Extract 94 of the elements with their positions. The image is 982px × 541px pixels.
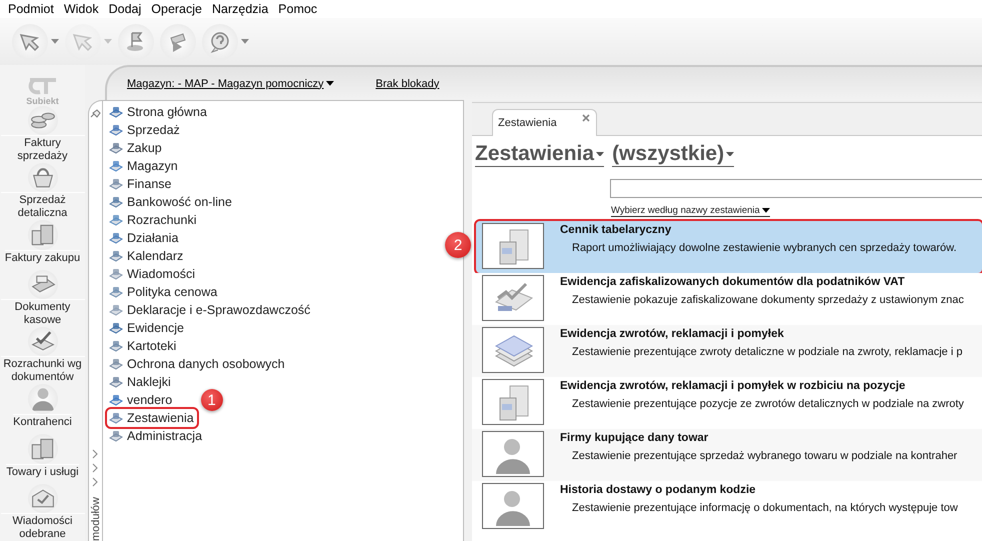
report-description: Zestawienie prezentujące pozycje ze zwrotów detalicznych w podziale na zwroty	[572, 398, 964, 410]
report-title: Ewidencja zafiskalizowanych dokumentów dla podatników VAT	[560, 276, 906, 288]
module-item[interactable]: Polityka cenowa	[107, 283, 220, 301]
report-description: Zestawienie prezentujące informację o dokumentach, na których występuje tow	[572, 502, 958, 514]
module-icon	[109, 231, 123, 245]
report-description: Zestawienie pokazuje zafiskalizowane dokumenty sprzedaży z ustawionym znac	[572, 294, 964, 306]
module-icon	[109, 213, 123, 227]
category-dropdown[interactable]: Zestawienia	[475, 142, 604, 167]
person-icon	[28, 384, 58, 414]
caret-icon	[104, 39, 112, 44]
module-item[interactable]: Magazyn	[107, 157, 181, 175]
filter-dropdown[interactable]: (wszystkie)	[612, 142, 734, 167]
boxes-icon	[28, 434, 58, 464]
sort-link[interactable]: Wybierz według nazwy zestawienia	[611, 205, 770, 217]
coins-icon	[28, 106, 58, 135]
module-icon	[109, 285, 123, 299]
module-item[interactable]: Sprzedaż	[107, 121, 183, 139]
nav-button[interactable]: Towary i usługi	[0, 434, 84, 484]
module-item[interactable]: Rozrachunki	[107, 211, 200, 229]
module-icon	[109, 123, 123, 137]
menu-item[interactable]: Pomoc	[274, 2, 322, 16]
tab[interactable]: Zestawienia	[492, 109, 597, 136]
close-icon[interactable]	[582, 114, 590, 122]
module-item[interactable]: Kalendarz	[107, 247, 186, 265]
menu-item[interactable]: Narzędzia	[208, 2, 272, 16]
nav-button[interactable]: Sprzedaż detaliczna	[0, 162, 84, 220]
caret-icon	[726, 152, 734, 156]
module-icon	[109, 393, 123, 407]
module-icon	[109, 411, 123, 425]
nav-button[interactable]: Faktury zakupu	[0, 220, 84, 270]
lock-status-link[interactable]: Brak blokady	[376, 78, 440, 90]
module-item[interactable]: Wiadomości	[107, 265, 198, 283]
pin-icon	[90, 109, 101, 118]
report-title: Historia dostawy o podanym kodzie	[560, 484, 757, 496]
report-title: Ewidencja zwrotów, reklamacji i pomyłek w rozbiciu na pozycje	[560, 380, 906, 392]
report-description: Zestawienie prezentujące zwroty detaliczne w podziale na zwroty, reklamacje i p	[572, 346, 962, 358]
caret-icon	[241, 39, 249, 44]
menu-item[interactable]: Widok	[60, 2, 103, 16]
module-icon	[109, 267, 123, 281]
chevron-right-icon[interactable]	[92, 448, 99, 459]
module-icon	[109, 357, 123, 371]
callout-badge: 1	[200, 389, 223, 411]
module-item[interactable]: Deklaracje i e-Sprawozdawczość	[107, 301, 314, 319]
module-item[interactable]: Bankowość on-line	[107, 193, 235, 211]
report-row[interactable]: Ewidencja zwrotów, reklamacji i pomyłek Zestawienie prezentujące zwroty detaliczne w podziale na zwroty, reklamacje i p	[472, 325, 982, 377]
nav-button[interactable]: Faktury sprzedaży	[0, 106, 84, 163]
menu-item[interactable]: Podmiot	[4, 2, 58, 16]
chevron-right-icon[interactable]	[92, 462, 99, 473]
menu-item[interactable]: Operacje	[147, 2, 206, 16]
nav-button[interactable]: Wiadomości odebrane	[0, 484, 84, 541]
module-icon	[109, 249, 123, 263]
report-title: Cennik tabelaryczny	[560, 224, 672, 236]
menu-item[interactable]: Dodaj	[104, 2, 146, 16]
caret-icon	[326, 81, 334, 86]
module-icon	[109, 429, 123, 443]
nav-button[interactable]: Kontrahenci	[0, 384, 84, 434]
module-icon	[109, 195, 123, 209]
report-description: Raport umożliwiający dowolne zestawienie wybranych cen sprzedaży towarów.	[572, 242, 957, 254]
module-item[interactable]: Strona główna	[107, 103, 210, 121]
caret-icon	[596, 152, 604, 156]
module-item[interactable]: Kartoteki	[107, 337, 180, 355]
module-item[interactable]: vendero	[107, 391, 176, 409]
chevron-right-icon[interactable]	[92, 476, 99, 487]
warehouse-link[interactable]: Magazyn: - MAP - Magazyn pomocniczy	[127, 78, 334, 90]
module-item[interactable]: Zestawienia	[107, 409, 197, 427]
caret-icon	[51, 39, 59, 44]
module-icon	[109, 339, 123, 353]
report-title: Firmy kupujące dany towar	[560, 432, 710, 444]
module-icon	[109, 141, 123, 155]
module-item[interactable]: Naklejki	[107, 373, 174, 391]
app-name: Subiekt	[26, 96, 59, 106]
basket-icon	[28, 162, 58, 192]
module-item[interactable]: Zakup	[107, 139, 165, 157]
report-description: Zestawienie prezentujące sprzedaż wybranego towaru w podziale na kontraher	[572, 450, 958, 462]
nav-button[interactable]: Rozrachunki wg dokumentów	[0, 326, 84, 384]
nav-button[interactable]: Dokumenty kasowe	[0, 270, 84, 327]
module-icon	[109, 177, 123, 191]
strip-label: modułów	[90, 496, 102, 541]
check-icon	[28, 326, 58, 356]
module-item[interactable]: Ochrona danych osobowych	[107, 355, 288, 373]
module-item[interactable]: Finanse	[107, 175, 174, 193]
module-icon	[109, 375, 123, 389]
caret-icon	[762, 208, 770, 213]
module-icon	[109, 321, 123, 335]
module-item[interactable]: Administracja	[107, 427, 206, 445]
module-icon	[109, 159, 123, 173]
module-item[interactable]: Działania	[107, 229, 182, 247]
module-icon	[109, 105, 123, 119]
search-field[interactable]	[610, 179, 982, 198]
boxes-icon	[28, 220, 58, 250]
report-title: Ewidencja zwrotów, reklamacji i pomyłek	[560, 328, 785, 340]
report-row[interactable]: Firmy kupujące dany towar Zestawienie prezentujące sprzedaż wybranego towaru w podziale na kontraher	[472, 429, 982, 481]
module-icon	[109, 303, 123, 317]
module-item[interactable]: Ewidencje	[107, 319, 187, 337]
